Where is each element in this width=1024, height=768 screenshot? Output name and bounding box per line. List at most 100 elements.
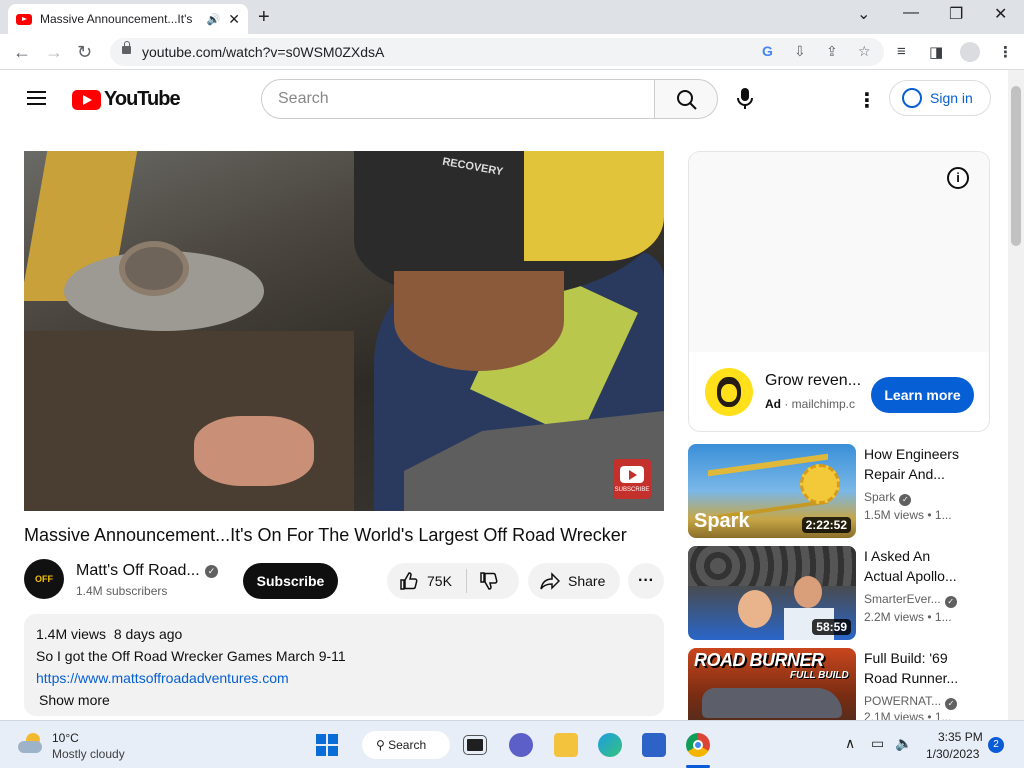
weather-description[interactable]: Mostly cloudy [52,747,125,761]
sign-in-button[interactable]: Sign in [889,80,991,116]
more-actions-button[interactable]: ··· [628,563,664,599]
store-icon[interactable] [642,733,666,757]
video-beard [394,271,564,371]
info-icon[interactable]: i [947,167,969,189]
search-icon: ⚲ [376,738,389,752]
video-machine [24,331,354,511]
weather-cloud-icon[interactable] [18,733,44,755]
browser-tab[interactable]: Massive Announcement...It's 🔊 ✕ [8,4,248,34]
channel-avatar[interactable]: OFF ROAD [24,559,64,599]
side-panel-icon[interactable]: ◨ [929,43,943,61]
address-bar[interactable]: youtube.com/watch?v=s0WSM0ZXdsA G ⇩ ⇪ ☆ [110,38,884,66]
task-view-icon[interactable] [463,735,487,755]
ad-banner: i [689,152,989,352]
taskbar-search[interactable]: ⚲ Search [362,731,450,759]
description-box[interactable]: 1.4M views 8 days ago So I got the Off R… [24,614,664,716]
notification-badge[interactable]: 2 [988,737,1004,753]
video-player[interactable]: RECOVERY SUBSCRIBE [24,151,664,511]
lock-icon [122,41,131,54]
verified-badge-icon: ✓ [945,698,958,710]
video-thumbnail[interactable]: Spark 2:22:52 [688,444,856,538]
file-explorer-icon[interactable] [554,733,578,757]
subscribe-button[interactable]: Subscribe [243,563,338,599]
media-control-icon[interactable]: ≡ [897,43,906,60]
microphone-icon[interactable] [736,87,754,111]
share-button[interactable]: Share [528,563,620,599]
weather-temperature[interactable]: 10°C [52,731,79,745]
dislike-button[interactable] [479,571,499,591]
recommended-channel[interactable]: POWERNAT... ✓ [864,694,958,710]
thumbs-up-icon [400,572,418,590]
search-input[interactable]: Search [261,79,655,119]
chrome-icon[interactable] [686,733,710,757]
chat-icon[interactable] [509,733,533,757]
settings-more-icon[interactable]: ⋮ [857,88,877,113]
install-app-icon[interactable]: ⇩ [794,43,806,60]
recommended-video[interactable]: Spark 2:22:52 How Engineers Repair And..… [688,444,990,540]
ad-title: Grow reven... [765,372,862,389]
back-button[interactable]: ← [13,42,31,63]
bookmark-star-icon[interactable]: ☆ [858,43,871,60]
show-more-button[interactable]: Show more [39,692,652,708]
close-window-button[interactable]: ✕ [994,4,1007,24]
recommended-title: How Engineers Repair And... [864,446,959,482]
channel-name[interactable]: Matt's Off Road... [76,562,200,580]
search-button[interactable] [654,79,718,119]
learn-more-button[interactable]: Learn more [871,377,974,413]
restore-button[interactable]: ❐ [949,4,963,24]
menu-icon[interactable] [27,91,46,105]
ad-sponsor: Ad · mailchimp.c [765,397,856,411]
speaker-icon[interactable]: 🔊 [207,13,221,26]
clock-time[interactable]: 3:35 PM [938,730,983,744]
close-tab-icon[interactable]: ✕ [228,11,240,28]
new-tab-button[interactable]: + [258,6,270,29]
recommended-video[interactable]: 58:59 I Asked An Actual Apollo... Smarte… [688,546,990,642]
youtube-play-icon [72,89,101,110]
google-translate-icon[interactable]: G [762,43,773,59]
verified-badge-icon: ✓ [205,565,218,578]
recommended-views: 1.5M views • 1... [864,508,952,522]
youtube-logo[interactable]: YouTube [72,88,181,111]
video-duration: 2:22:52 [801,517,851,533]
subscriber-count: 1.4M subscribers [76,584,168,598]
minimize-button[interactable]: — [903,4,919,22]
browser-toolbar: ← → ↻ youtube.com/watch?v=s0WSM0ZXdsA G … [0,34,1024,70]
account-icon [902,88,922,108]
recommended-channel[interactable]: SmarterEver... ✓ [864,592,957,608]
recommended-views: 2.2M views • 1... [864,610,952,624]
youtube-favicon-icon [16,13,32,25]
show-hidden-icons-icon[interactable]: ∧ [845,735,855,752]
clock-date[interactable]: 1/30/2023 [926,747,979,761]
scrollbar-thumb[interactable] [1011,86,1021,246]
forward-button[interactable]: → [45,42,63,63]
mailchimp-logo [705,368,753,416]
search-icon [677,90,697,110]
verified-badge-icon: ✓ [944,596,957,608]
recommended-views: 2.1M views • 1... [864,710,952,720]
reload-button[interactable]: ↻ [77,42,92,63]
description-link[interactable]: https://www.mattsoffroadadventures.com [36,670,652,686]
like-button[interactable]: 75K [387,571,452,591]
windows-start-icon[interactable] [316,734,338,756]
share-page-icon[interactable]: ⇪ [826,43,838,60]
tab-search-icon[interactable]: ⌄ [857,4,870,24]
network-icon[interactable]: ▭ [871,735,884,752]
taskbar: 10°C Mostly cloudy ⚲ Search ∧ ▭ 🔈 3:35 P… [0,720,1024,768]
recommended-title: Full Build: '69 Road Runner... [864,650,959,686]
chrome-menu-icon[interactable]: ⋮ [998,43,1013,61]
browser-tab-bar: Massive Announcement...It's 🔊 ✕ + ⌄ — ❐ … [0,0,1024,34]
recommended-channel[interactable]: Spark ✓ [864,490,912,506]
tab-title: Massive Announcement...It's [40,12,193,26]
description-meta: 1.4M views 8 days ago [36,626,183,642]
video-hands [194,416,314,486]
verified-badge-icon: ✓ [899,494,912,506]
video-title: Massive Announcement...It's On For The W… [24,525,627,545]
share-icon [540,572,560,590]
volume-icon[interactable]: 🔈 [895,735,912,752]
profile-icon[interactable] [960,42,980,62]
video-thumbnail[interactable]: 58:59 [688,546,856,640]
ad-panel[interactable]: i Grow reven... Ad · mailchimp.c Learn m… [688,151,990,432]
subscribe-watermark-icon[interactable]: SUBSCRIBE [613,459,651,499]
edge-icon[interactable] [598,733,622,757]
url-text: youtube.com/watch?v=s0WSM0ZXdsA [142,44,385,60]
